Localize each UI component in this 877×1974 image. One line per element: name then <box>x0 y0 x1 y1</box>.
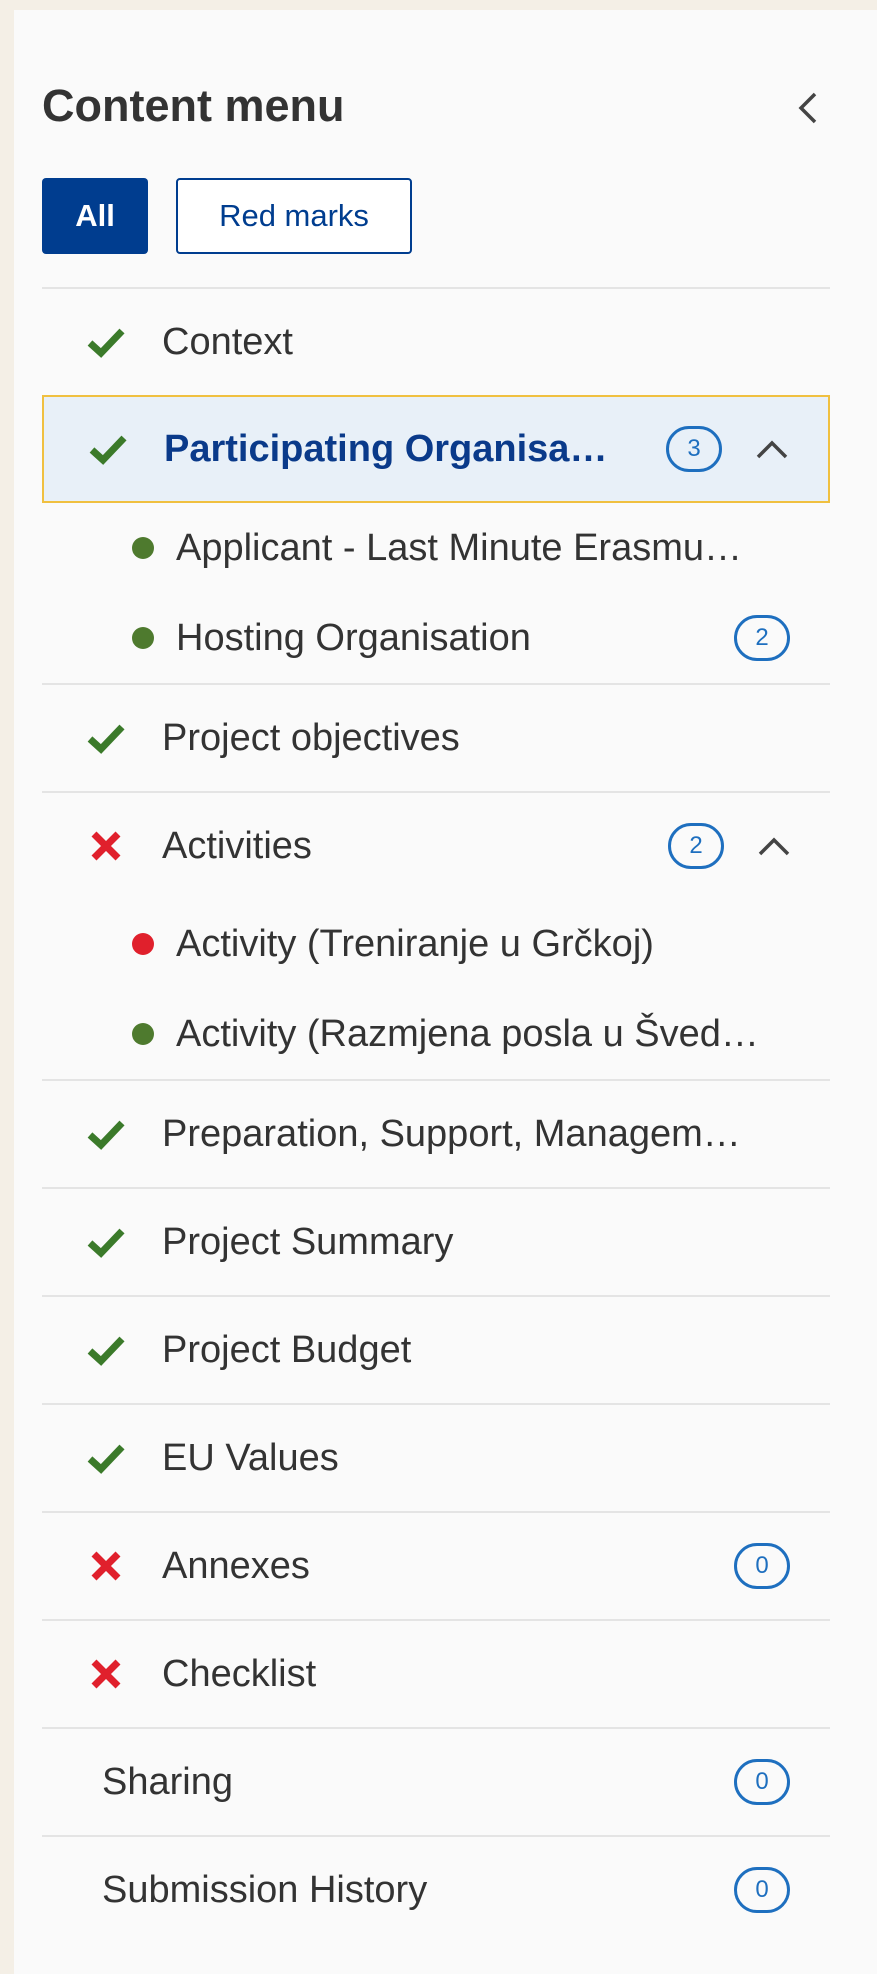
cross-icon <box>91 1659 121 1689</box>
status-dot-error <box>132 933 154 955</box>
menu-item-project-objectives[interactable]: Project objectives <box>42 683 830 791</box>
menu-item-label: Context <box>162 320 293 363</box>
status-ok <box>84 1081 128 1187</box>
menu-item-annexes[interactable]: Annexes 0 <box>42 1511 830 1619</box>
submenu-item-label: Activity (Treniranje u Grčkoj) <box>176 922 654 965</box>
status-error <box>84 1621 128 1727</box>
submenu-item-label: Hosting Organisation <box>176 616 531 659</box>
cross-icon <box>91 831 121 861</box>
submenu-item-activity-treniranje-u-gr-koj[interactable]: Activity (Treniranje u Grčkoj) <box>42 899 830 989</box>
status-dot-ok <box>132 627 154 649</box>
menu-item-project-budget[interactable]: Project Budget <box>42 1295 830 1403</box>
menu-item-project-summary[interactable]: Project Summary <box>42 1187 830 1295</box>
content-menu-title: Content menu <box>42 80 345 131</box>
submenu-item-hosting-organisation[interactable]: Hosting Organisation 2 <box>42 593 830 683</box>
menu-item-submission-history[interactable]: Submission History 0 <box>42 1835 830 1943</box>
menu-item-checklist[interactable]: Checklist <box>42 1619 830 1727</box>
chevron-left-icon[interactable] <box>789 88 829 128</box>
menu-item-label: Participating Organisa… <box>164 427 608 470</box>
checkmark-icon <box>87 1120 125 1150</box>
menu-item-participating-organisa[interactable]: Participating Organisa… 3 <box>42 395 830 503</box>
menu-item-label: Annexes <box>162 1544 310 1587</box>
count-badge: 0 <box>734 1543 790 1589</box>
status-ok <box>84 1297 128 1403</box>
status-ok <box>86 397 130 501</box>
checkmark-icon <box>87 1228 125 1258</box>
chevron-up-icon[interactable] <box>752 431 792 467</box>
cross-icon <box>91 1551 121 1581</box>
status-ok <box>84 289 128 395</box>
filter-red-marks-button[interactable]: Red marks <box>176 178 412 254</box>
count-badge: 0 <box>734 1759 790 1805</box>
checkmark-icon <box>87 1336 125 1366</box>
menu-item-activities[interactable]: Activities 2 <box>42 791 830 899</box>
menu-item-preparation-support-managem[interactable]: Preparation, Support, Managem… <box>42 1079 830 1187</box>
submenu-item-activity-razmjena-posla-u-ved[interactable]: Activity (Razmjena posla u Šved… <box>42 989 830 1079</box>
checkmark-icon <box>87 724 125 754</box>
status-dot-ok <box>132 1023 154 1045</box>
checkmark-icon <box>89 435 127 465</box>
menu-item-label: Preparation, Support, Managem… <box>162 1112 741 1155</box>
menu-item-context[interactable]: Context <box>42 287 830 395</box>
content-menu-list: Context Participating Organisa… 3 Applicant… <box>42 287 830 1943</box>
menu-item-label: Checklist <box>162 1652 317 1695</box>
count-badge: 0 <box>734 1867 790 1913</box>
menu-item-label: Project Budget <box>162 1328 412 1371</box>
menu-item-label: Activities <box>162 824 312 867</box>
menu-item-label: EU Values <box>162 1436 339 1479</box>
menu-item-sharing[interactable]: Sharing 0 <box>42 1727 830 1835</box>
status-ok <box>84 1189 128 1295</box>
content-menu-header: Content menu <box>42 70 857 140</box>
submenu-item-label: Activity (Razmjena posla u Šved… <box>176 1012 759 1055</box>
menu-item-label: Sharing <box>102 1760 233 1803</box>
count-badge: 2 <box>668 823 724 869</box>
checkmark-icon <box>87 328 125 358</box>
checkmark-icon <box>87 1444 125 1474</box>
status-error <box>84 793 128 899</box>
count-badge: 3 <box>666 426 722 472</box>
content-menu-panel: Content menu All Red marks Context Partic… <box>14 10 877 1974</box>
status-dot-ok <box>132 537 154 559</box>
filter-all-button[interactable]: All <box>42 178 148 254</box>
menu-item-eu-values[interactable]: EU Values <box>42 1403 830 1511</box>
chevron-up-icon[interactable] <box>754 828 794 864</box>
status-error <box>84 1513 128 1619</box>
count-badge: 2 <box>734 615 790 661</box>
submenu-item-label: Applicant - Last Minute Erasmu… <box>176 526 743 569</box>
menu-item-label: Project objectives <box>162 716 460 759</box>
status-ok <box>84 685 128 791</box>
menu-item-label: Project Summary <box>162 1220 454 1263</box>
submenu-item-applicant-last-minute-erasmu[interactable]: Applicant - Last Minute Erasmu… <box>42 503 830 593</box>
menu-item-label: Submission History <box>102 1868 428 1911</box>
status-ok <box>84 1405 128 1511</box>
